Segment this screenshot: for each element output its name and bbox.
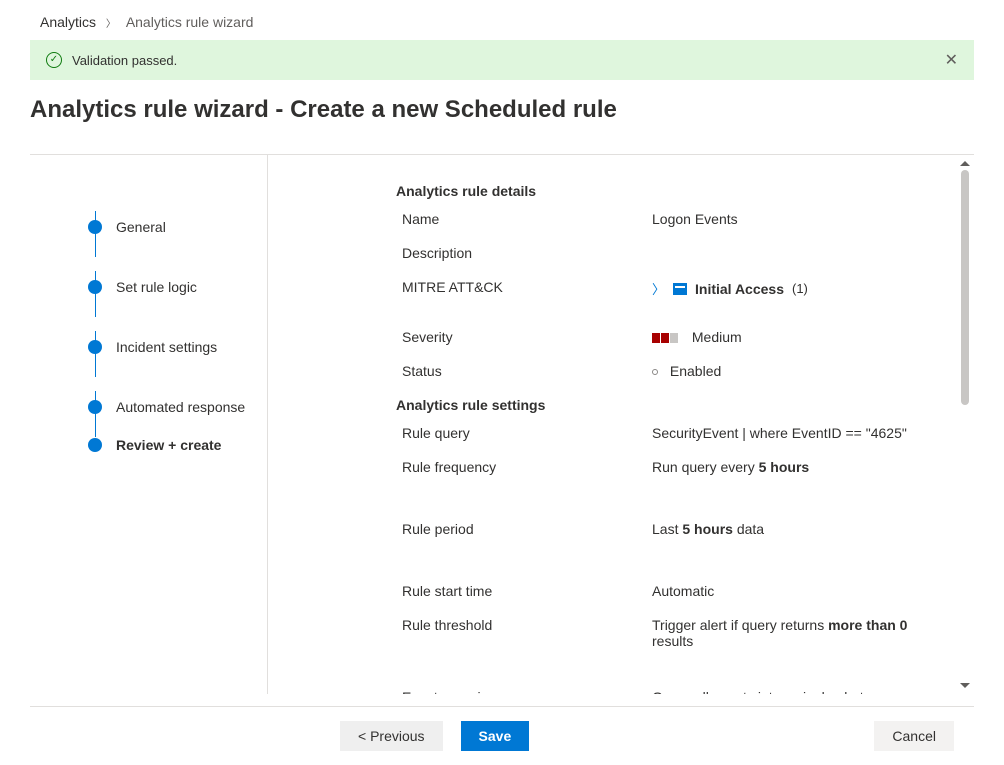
- label-rule-start: Rule start time: [396, 583, 652, 599]
- label-event-grouping: Event grouping: [396, 689, 652, 694]
- value-mitre[interactable]: 〉 Initial Access (1): [652, 279, 944, 298]
- wizard-stepper: General Set rule logic Incident settings…: [30, 155, 268, 694]
- breadcrumb-parent[interactable]: Analytics: [40, 14, 96, 30]
- value-event-grouping: Group all events into a single alert: [652, 689, 944, 694]
- mitre-tactic-icon: [673, 283, 687, 295]
- step-label: Incident settings: [116, 339, 217, 355]
- status-indicator-icon: [652, 369, 658, 375]
- value-rule-frequency: Run query every 5 hours: [652, 459, 944, 475]
- validation-message: Validation passed.: [72, 53, 177, 68]
- previous-button[interactable]: < Previous: [340, 721, 443, 751]
- step-incident-settings[interactable]: Incident settings: [88, 317, 267, 377]
- value-name: Logon Events: [652, 211, 944, 227]
- step-automated-response[interactable]: Automated response: [88, 377, 267, 437]
- label-mitre: MITRE ATT&CK: [396, 279, 652, 295]
- step-label: Review + create: [116, 437, 221, 453]
- review-content: Analytics rule details Name Logon Events…: [268, 155, 974, 694]
- section-title-settings: Analytics rule settings: [396, 397, 944, 413]
- step-dot-icon: [88, 340, 102, 354]
- scroll-down-icon[interactable]: [960, 683, 970, 688]
- value-rule-period: Last 5 hours data: [652, 521, 944, 537]
- label-name: Name: [396, 211, 652, 227]
- save-button[interactable]: Save: [461, 721, 530, 751]
- value-rule-threshold: Trigger alert if query returns more than…: [652, 617, 944, 649]
- label-rule-period: Rule period: [396, 521, 652, 537]
- page-title: Analytics rule wizard - Create a new Sch…: [0, 90, 1004, 136]
- check-circle-icon: ✓: [46, 52, 62, 68]
- step-dot-icon: [88, 220, 102, 234]
- scroll-thumb[interactable]: [961, 170, 969, 405]
- label-rule-threshold: Rule threshold: [396, 617, 652, 633]
- wizard-footer: < Previous Save Cancel: [30, 706, 974, 765]
- mitre-tactic-name: Initial Access: [695, 281, 784, 297]
- step-dot-icon: [88, 438, 102, 452]
- step-label: Automated response: [116, 399, 245, 415]
- validation-banner: ✓ Validation passed. ✕: [30, 40, 974, 80]
- chevron-right-icon: 〉: [106, 19, 116, 30]
- value-rule-query: SecurityEvent | where EventID == "4625": [652, 425, 944, 441]
- value-status: Enabled: [652, 363, 944, 379]
- step-label: General: [116, 219, 166, 235]
- label-rule-query: Rule query: [396, 425, 652, 441]
- breadcrumb-current: Analytics rule wizard: [126, 14, 254, 30]
- step-label: Set rule logic: [116, 279, 197, 295]
- step-general[interactable]: General: [88, 197, 267, 257]
- label-severity: Severity: [396, 329, 652, 345]
- section-title-details: Analytics rule details: [396, 183, 944, 199]
- scrollbar[interactable]: [958, 161, 972, 688]
- step-review-create[interactable]: Review + create: [88, 437, 267, 453]
- value-severity: Medium: [652, 329, 944, 345]
- breadcrumb: Analytics 〉 Analytics rule wizard: [0, 0, 1004, 40]
- cancel-button[interactable]: Cancel: [874, 721, 954, 751]
- step-dot-icon: [88, 280, 102, 294]
- label-rule-frequency: Rule frequency: [396, 459, 652, 475]
- chevron-right-icon: 〉: [652, 279, 665, 298]
- value-rule-start: Automatic: [652, 583, 944, 599]
- step-set-rule-logic[interactable]: Set rule logic: [88, 257, 267, 317]
- scroll-up-icon[interactable]: [960, 161, 970, 166]
- mitre-tactic-count: (1): [792, 281, 808, 296]
- severity-indicator-icon: [652, 333, 678, 343]
- label-description: Description: [396, 245, 652, 261]
- close-icon[interactable]: ✕: [945, 50, 958, 70]
- step-dot-icon: [88, 400, 102, 414]
- label-status: Status: [396, 363, 652, 379]
